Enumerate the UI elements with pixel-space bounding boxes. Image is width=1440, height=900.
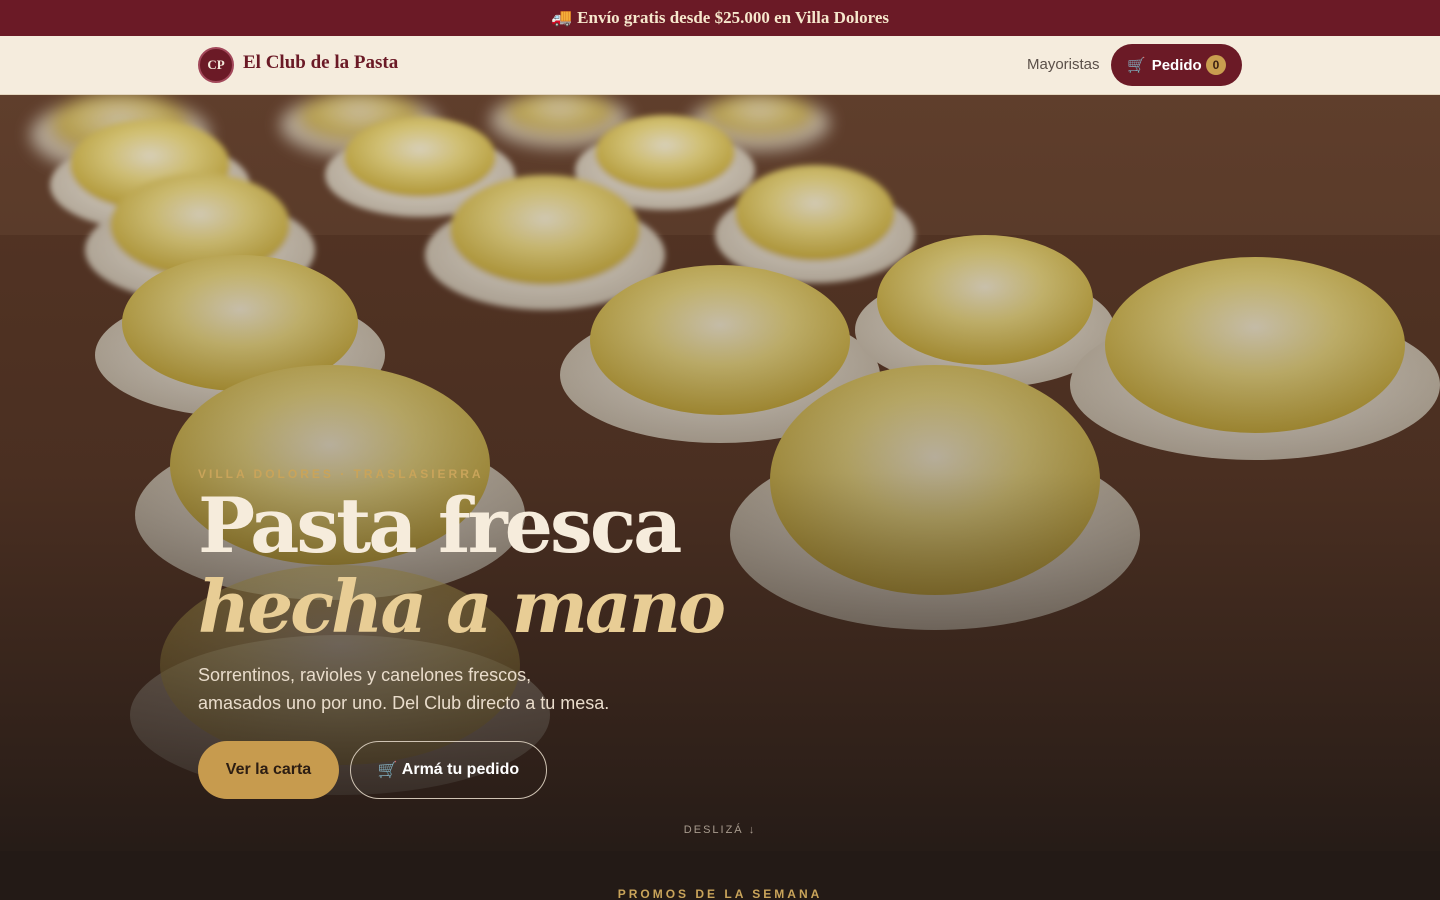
promos-eyebrow: PROMOS DE LA SEMANA: [617, 887, 823, 900]
cart-count-badge: 0: [1206, 55, 1226, 75]
build-order-button[interactable]: 🛒 Armá tu pedido: [350, 741, 547, 799]
logo-badge[interactable]: CP: [198, 47, 234, 83]
announcement-bar: 🚚 Envío gratis desde $25.000 en Villa Do…: [0, 0, 1440, 36]
announcement-text: Envío gratis desde $25.000 en Villa Dolo…: [577, 8, 889, 27]
scroll-hint[interactable]: DESLIZÁ ↓: [0, 824, 1440, 836]
site-header: CP El Club de la Pasta Mayoristas 🛒 Pedi…: [0, 36, 1440, 95]
hero-subtitle: Sorrentinos, ravioles y canelones fresco…: [198, 661, 658, 717]
hero-subtitle-line1: Sorrentinos, ravioles y canelones fresco…: [198, 665, 532, 685]
cart-icon: 🛒: [1127, 57, 1146, 74]
hero-subtitle-line2: amasados uno por uno. Del Club directo a…: [198, 693, 610, 713]
order-button[interactable]: 🛒 Pedido 0: [1111, 44, 1242, 86]
hero-eyebrow: VILLA DOLORES · TRASLASIERRA: [198, 467, 484, 481]
hero-title-line1: Pasta fresca: [198, 481, 682, 570]
build-order-label: Armá tu pedido: [401, 761, 520, 778]
hero-section: VILLA DOLORES · TRASLASIERRA Pasta fresc…: [0, 95, 1440, 851]
view-menu-button[interactable]: Ver la carta: [198, 741, 339, 799]
nav-link-mayoristas[interactable]: Mayoristas: [1027, 56, 1100, 73]
hero-title-line2: hecha a mano: [198, 564, 726, 649]
truck-icon: 🚚: [550, 8, 573, 27]
order-button-label: Pedido: [1151, 56, 1202, 74]
cart-icon: 🛒: [377, 762, 398, 779]
promos-section: PROMOS DE LA SEMANA: [0, 851, 1440, 900]
brand-name[interactable]: El Club de la Pasta: [243, 52, 398, 74]
